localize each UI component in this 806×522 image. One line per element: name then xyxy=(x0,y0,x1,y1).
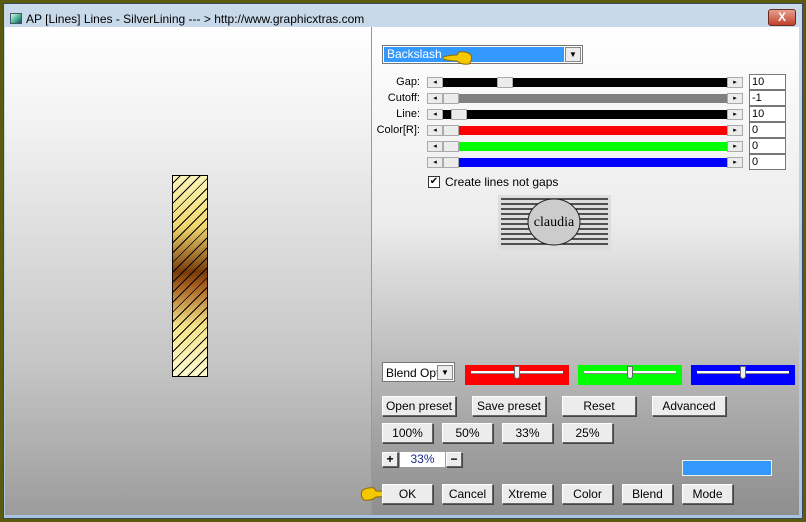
arrow-left-icon[interactable]: ◂ xyxy=(427,93,443,104)
arrow-right-icon[interactable]: ▸ xyxy=(727,157,743,168)
slider-value[interactable]: 10 xyxy=(749,106,786,122)
slider-3[interactable]: ◂ ▸ xyxy=(427,125,743,136)
slider-label: Line: xyxy=(396,108,420,120)
slider-thumb[interactable] xyxy=(443,141,459,152)
slider-track[interactable] xyxy=(443,110,727,119)
arrow-right-icon[interactable]: ▸ xyxy=(727,109,743,120)
open-preset-button[interactable]: Open preset xyxy=(382,396,456,416)
arrow-right-icon[interactable]: ▸ xyxy=(727,125,743,136)
close-button[interactable]: X xyxy=(768,9,796,26)
slider-thumb[interactable] xyxy=(496,77,513,88)
slider-track[interactable] xyxy=(443,158,727,167)
blend-slider-2[interactable] xyxy=(691,365,795,385)
chevron-down-icon[interactable]: ▼ xyxy=(565,47,581,62)
blend-select[interactable]: Blend Optio ▼ xyxy=(382,362,455,382)
blend-button[interactable]: Blend xyxy=(622,484,673,504)
slider-track[interactable] xyxy=(443,126,727,135)
arrow-left-icon[interactable]: ◂ xyxy=(427,157,443,168)
zoom-in-button[interactable]: + xyxy=(382,452,398,467)
save-preset-button[interactable]: Save preset xyxy=(472,396,546,416)
mode-button[interactable]: Mode xyxy=(682,484,733,504)
pointing-hand-icon xyxy=(443,51,473,65)
slider-1[interactable]: ◂ ▸ xyxy=(427,93,743,104)
color-swatch[interactable] xyxy=(682,460,772,476)
xtreme-button[interactable]: Xtreme xyxy=(502,484,553,504)
window-title: AP [Lines] Lines - SilverLining --- > ht… xyxy=(26,12,365,26)
pattern-select-value: Backslash xyxy=(384,47,564,62)
cancel-button[interactable]: Cancel xyxy=(442,484,493,504)
slider-label: Cutoff: xyxy=(387,92,420,104)
ok-button[interactable]: OK xyxy=(382,484,433,504)
create-lines-label: Create lines not gaps xyxy=(445,175,559,189)
advanced-button[interactable]: Advanced xyxy=(652,396,726,416)
color-button[interactable]: Color xyxy=(562,484,613,504)
create-lines-checkbox[interactable]: ✔ xyxy=(428,176,440,188)
slider-thumb[interactable] xyxy=(443,125,459,136)
zoom-out-button[interactable]: − xyxy=(446,452,462,467)
slider-value[interactable]: -1 xyxy=(749,90,786,106)
arrow-right-icon[interactable]: ▸ xyxy=(727,77,743,88)
slider-4[interactable]: ◂ ▸ xyxy=(427,141,743,152)
slider-thumb[interactable] xyxy=(451,109,468,120)
slider-value[interactable]: 0 xyxy=(749,154,786,170)
slider-thumb[interactable] xyxy=(740,366,746,379)
zoom-100-button[interactable]: 100% xyxy=(382,423,433,443)
slider-thumb[interactable] xyxy=(627,366,633,379)
blend-slider-1[interactable] xyxy=(578,365,682,385)
claudia-logo: claudia xyxy=(498,195,611,250)
slider-thumb[interactable] xyxy=(443,157,459,168)
slider-thumb[interactable] xyxy=(443,93,459,104)
arrow-right-icon[interactable]: ▸ xyxy=(727,141,743,152)
arrow-left-icon[interactable]: ◂ xyxy=(427,141,443,152)
slider-value[interactable]: 0 xyxy=(749,138,786,154)
blend-slider-0[interactable] xyxy=(465,365,569,385)
zoom-25-button[interactable]: 25% xyxy=(562,423,613,443)
slider-track[interactable] xyxy=(443,94,727,103)
slider-value[interactable]: 10 xyxy=(749,74,786,90)
arrow-left-icon[interactable]: ◂ xyxy=(427,125,443,136)
zoom-50-button[interactable]: 50% xyxy=(442,423,493,443)
chevron-down-icon[interactable]: ▼ xyxy=(437,365,453,380)
logo-text: claudia xyxy=(534,215,575,230)
slider-track[interactable] xyxy=(443,78,727,87)
slider-thumb[interactable] xyxy=(514,366,520,379)
slider-track[interactable] xyxy=(443,142,727,151)
pattern-select[interactable]: Backslash ▼ xyxy=(382,45,583,64)
arrow-left-icon[interactable]: ◂ xyxy=(427,77,443,88)
slider-2[interactable]: ◂ ▸ xyxy=(427,109,743,120)
slider-0[interactable]: ◂ ▸ xyxy=(427,77,743,88)
zoom-value: 33% xyxy=(400,452,445,467)
arrow-right-icon[interactable]: ▸ xyxy=(727,93,743,104)
app-icon xyxy=(10,13,22,24)
zoom-33-button[interactable]: 33% xyxy=(502,423,553,443)
arrow-left-icon[interactable]: ◂ xyxy=(427,109,443,120)
slider-label: Gap: xyxy=(396,76,420,88)
preview-image xyxy=(172,175,208,377)
reset-button[interactable]: Reset xyxy=(562,396,636,416)
slider-label: Color[R]: xyxy=(376,124,420,136)
slider-5[interactable]: ◂ ▸ xyxy=(427,157,743,168)
slider-value[interactable]: 0 xyxy=(749,122,786,138)
